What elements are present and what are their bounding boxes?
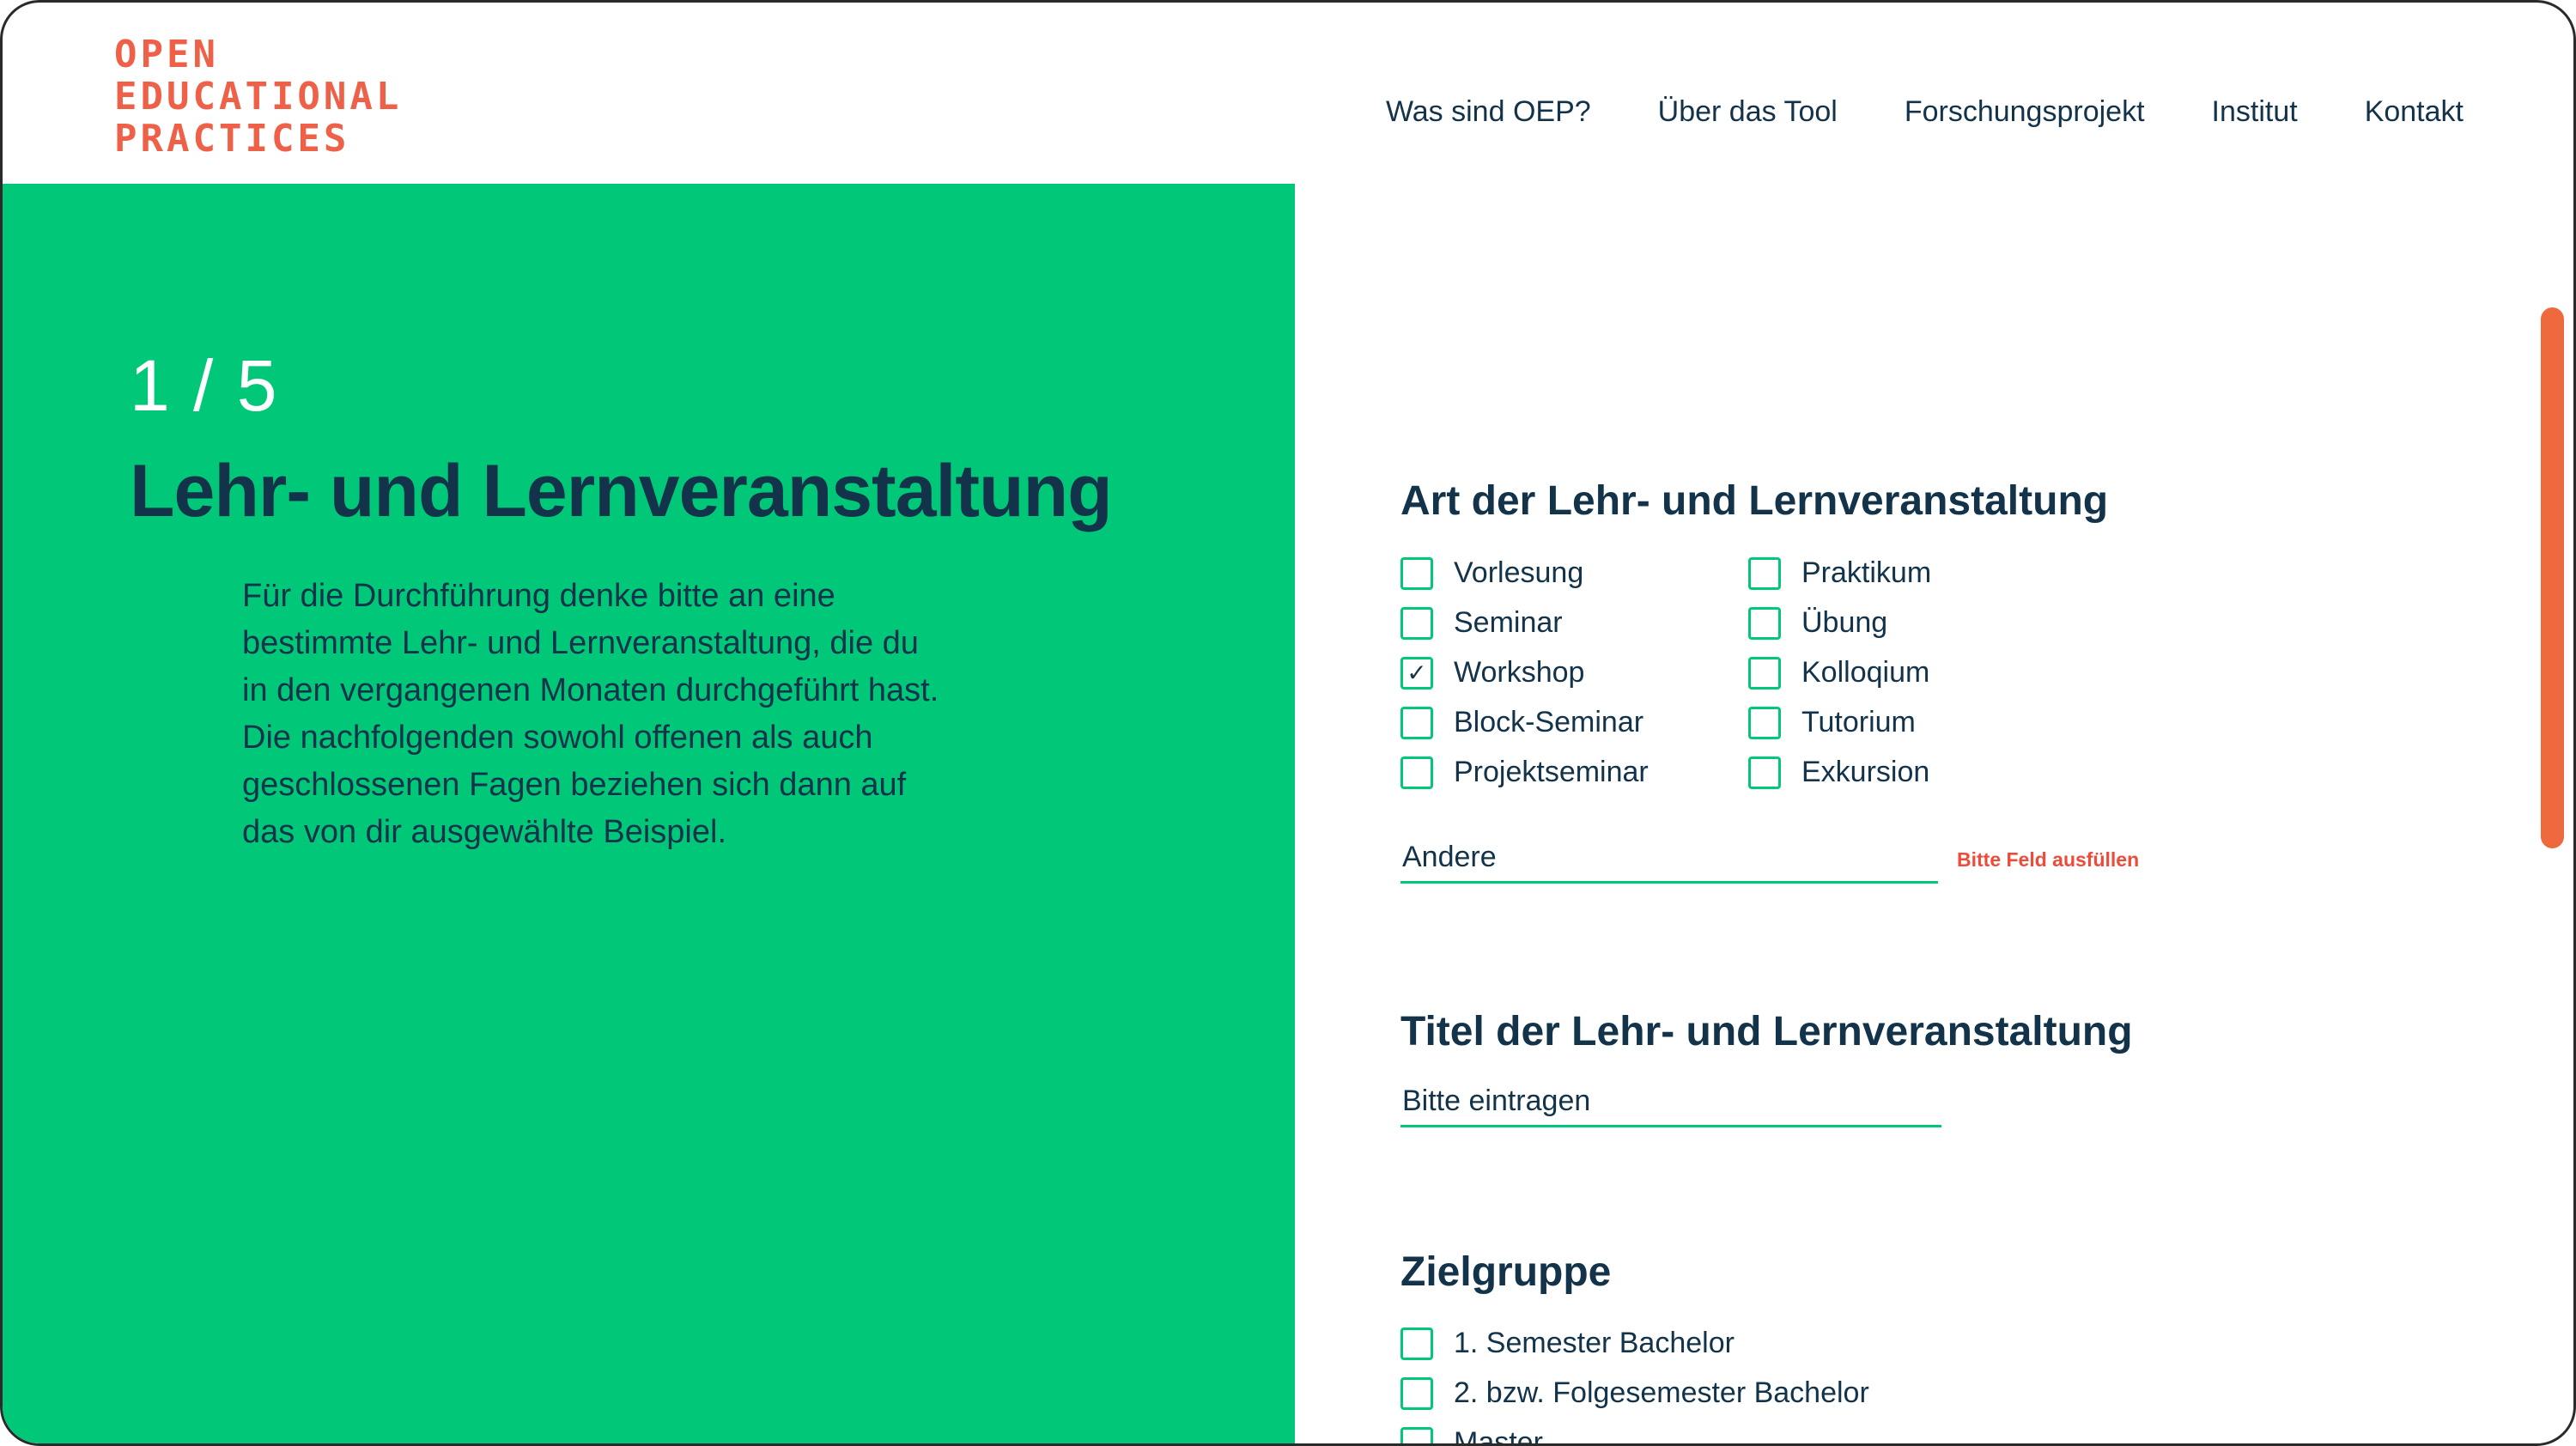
error-message: Bitte Feld ausfüllen: [1957, 848, 2140, 871]
option-seminar[interactable]: ✓ Seminar: [1400, 606, 1563, 640]
checkbox[interactable]: ✓: [1748, 556, 1781, 590]
site-logo[interactable]: OPEN EDUCATIONAL PRACTICES: [114, 33, 402, 160]
option-label: Übung: [1801, 606, 1888, 639]
other-input[interactable]: [1400, 841, 1938, 884]
option-label: Block-Seminar: [1454, 706, 1644, 738]
question-title-titel: Titel der Lehr- und Lernveranstaltung: [1400, 1009, 2133, 1054]
scrollbar-thumb[interactable]: [2541, 307, 2564, 848]
logo-line-2: EDUCATIONAL: [114, 75, 403, 118]
intro-line: geschlossenen Fagen beziehen sich dann a…: [242, 767, 907, 803]
checkbox[interactable]: ✓: [1400, 606, 1433, 640]
check-icon: ✓: [1406, 658, 1427, 687]
nav-link-was-sind-oep[interactable]: Was sind OEP?: [1386, 95, 1591, 129]
intro-text: Für die Durchführung denke bitte an eine…: [242, 573, 1015, 856]
main-nav: Was sind OEP? Über das Tool Forschungspr…: [1386, 95, 2464, 129]
checkbox[interactable]: ✓: [1400, 756, 1433, 789]
option-label: Seminar: [1454, 606, 1563, 639]
checkbox[interactable]: ✓: [1748, 606, 1781, 640]
checkbox[interactable]: ✓: [1400, 1376, 1433, 1410]
intro-line: Für die Durchführung denke bitte an eine: [242, 578, 835, 614]
checkbox[interactable]: ✓: [1748, 756, 1781, 789]
nav-link-kontakt[interactable]: Kontakt: [2365, 95, 2464, 129]
checkbox[interactable]: ✓: [1400, 1426, 1433, 1443]
checkbox[interactable]: ✓: [1748, 656, 1781, 690]
logo-line-3: PRACTICES: [114, 117, 350, 161]
question-title-art: Art der Lehr- und Lernveranstaltung: [1400, 478, 2109, 524]
option-block-seminar[interactable]: ✓ Block-Seminar: [1400, 706, 1643, 739]
nav-link-ueber-das-tool[interactable]: Über das Tool: [1658, 95, 1838, 129]
option-vorlesung[interactable]: ✓ Vorlesung: [1400, 556, 1583, 590]
option-label: Vorlesung: [1454, 556, 1584, 589]
option-label: Workshop: [1454, 656, 1585, 689]
option-kolloqium[interactable]: ✓ Kolloqium: [1748, 656, 1929, 690]
step-counter: 1 / 5: [130, 345, 279, 426]
checkbox[interactable]: ✓: [1400, 1327, 1433, 1360]
question-title-zielgruppe: Zielgruppe: [1400, 1249, 1612, 1295]
checkbox[interactable]: ✓: [1400, 656, 1433, 690]
option-master[interactable]: ✓ Master: [1400, 1426, 1543, 1446]
option-label: Praktikum: [1801, 556, 1932, 589]
option-1-semester-bachelor[interactable]: ✓ 1. Semester Bachelor: [1400, 1327, 1735, 1360]
option-praktikum[interactable]: ✓ Praktikum: [1748, 556, 1931, 590]
option-workshop[interactable]: ✓ Workshop: [1400, 656, 1584, 690]
intro-line: Die nachfolgenden sowohl offenen als auc…: [242, 720, 873, 756]
option-label: 2. bzw. Folgesemester Bachelor: [1454, 1376, 1869, 1409]
checkbox[interactable]: ✓: [1748, 706, 1781, 739]
browser-viewport: OPEN EDUCATIONAL PRACTICES Was sind OEP?…: [0, 0, 2576, 1446]
option-uebung[interactable]: ✓ Übung: [1748, 606, 1887, 640]
nav-link-institut[interactable]: Institut: [2212, 95, 2298, 129]
title-input[interactable]: [1400, 1084, 1941, 1127]
option-label: 1. Semester Bachelor: [1454, 1327, 1735, 1359]
option-label: Exkursion: [1801, 756, 1930, 788]
option-label: Kolloqium: [1801, 656, 1930, 689]
logo-line-1: OPEN: [114, 33, 219, 76]
checkbox[interactable]: ✓: [1400, 706, 1433, 739]
option-folgesemester-bachelor[interactable]: ✓ 2. bzw. Folgesemester Bachelor: [1400, 1376, 1869, 1410]
nav-link-forschungsprojekt[interactable]: Forschungsprojekt: [1905, 95, 2145, 129]
checkbox[interactable]: ✓: [1400, 556, 1433, 590]
option-tutorium[interactable]: ✓ Tutorium: [1748, 706, 1916, 739]
intro-line: das von dir ausgewählte Beispiel.: [242, 814, 727, 850]
option-label: Master: [1454, 1426, 1543, 1446]
intro-line: bestimmte Lehr- und Lernveranstaltung, d…: [242, 625, 919, 661]
section-title: Lehr- und Lernveranstaltung: [130, 450, 1113, 532]
intro-line: in den vergangenen Monaten durchgeführt …: [242, 672, 939, 708]
option-label: Tutorium: [1801, 706, 1916, 738]
option-projektseminar[interactable]: ✓ Projektseminar: [1400, 756, 1649, 789]
option-label: Projektseminar: [1454, 756, 1649, 788]
option-exkursion[interactable]: ✓ Exkursion: [1748, 756, 1929, 789]
